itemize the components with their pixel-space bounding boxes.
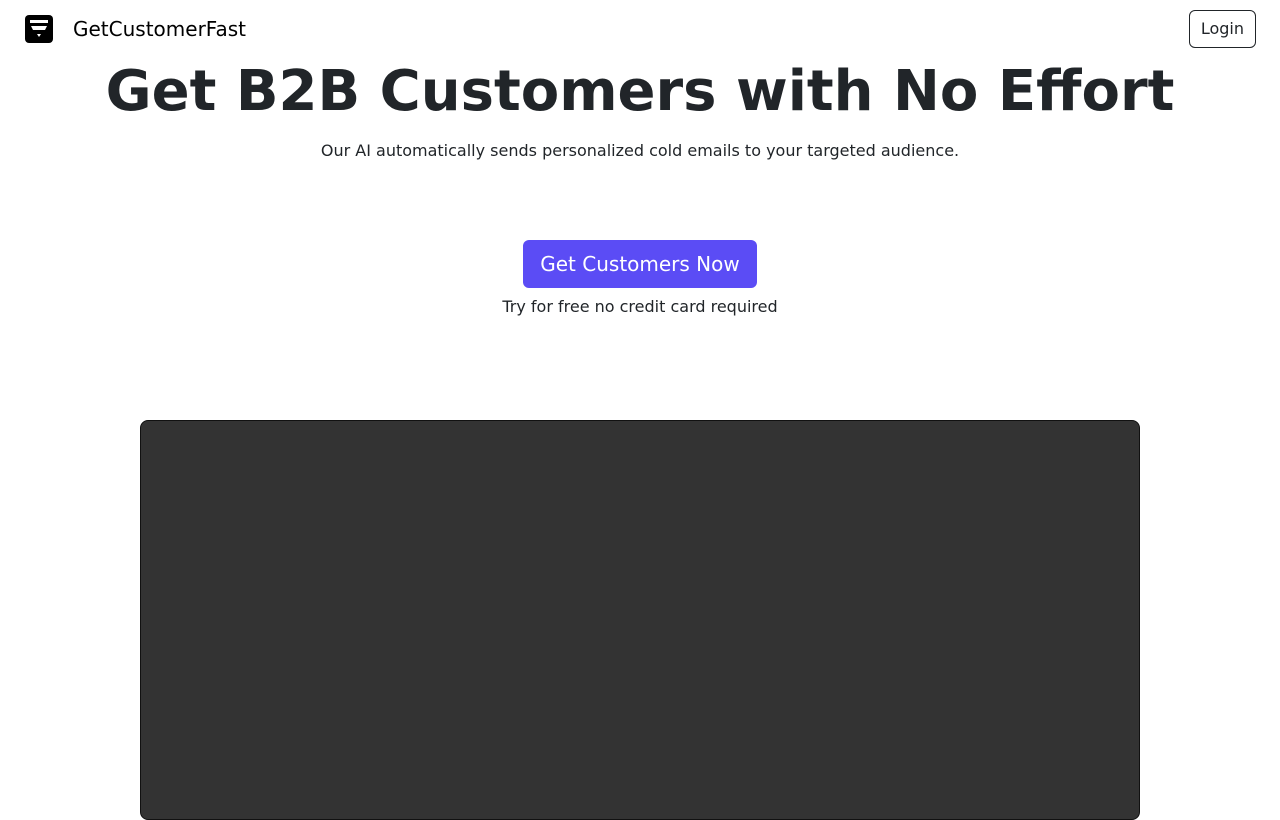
demo-video-frame[interactable] [140, 420, 1140, 820]
brand-link[interactable]: GetCustomerFast [24, 14, 246, 44]
funnel-logo-icon [24, 14, 54, 44]
cta-note: Try for free no credit card required [502, 297, 778, 316]
get-customers-button[interactable]: Get Customers Now [523, 240, 757, 288]
navbar: GetCustomerFast Login [0, 0, 1280, 56]
hero-subtitle: Our AI automatically sends personalized … [320, 141, 960, 160]
hero-title: Get B2B Customers with No Effort [105, 59, 1175, 124]
login-button[interactable]: Login [1188, 10, 1256, 48]
brand-name: GetCustomerFast [73, 17, 246, 41]
